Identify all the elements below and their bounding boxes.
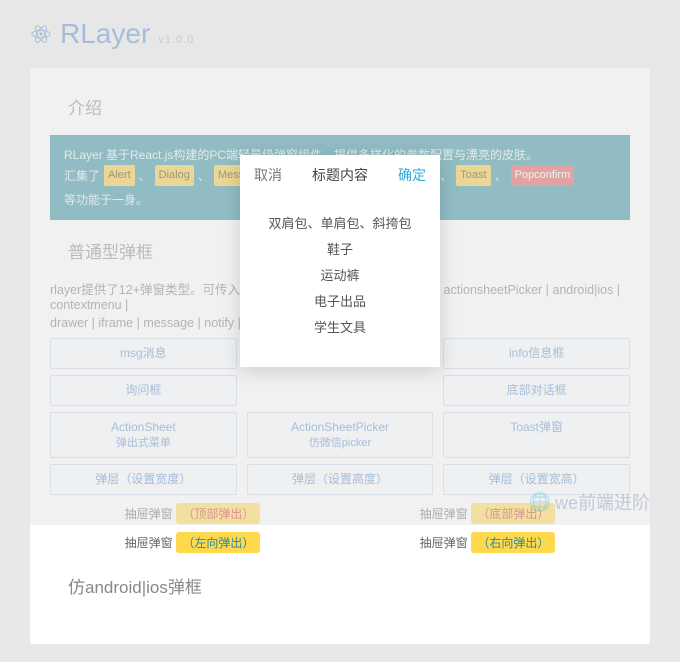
picker-item[interactable]: 学生文具 [250, 315, 430, 341]
globe-icon: 🌐 [529, 492, 551, 513]
modal-ok-button[interactable]: 确定 [398, 165, 426, 185]
section-mobile-title: 仿android|ios弹框 [68, 573, 630, 598]
modal-body: 双肩包、单肩包、斜挎包 鞋子 运动裤 电子出品 学生文具 [240, 195, 440, 367]
modal-cancel-button[interactable]: 取消 [254, 165, 282, 185]
picker-item[interactable]: 运动裤 [250, 263, 430, 289]
drawer-left[interactable]: 抽屉弹窗 （左向弹出） [50, 532, 335, 553]
watermark: 🌐 we前端进阶 [529, 489, 650, 515]
picker-item[interactable]: 电子出品 [250, 289, 430, 315]
modal-header: 取消 标题内容 确定 [240, 155, 440, 195]
picker-item[interactable]: 双肩包、单肩包、斜挎包 [250, 211, 430, 237]
modal-title: 标题内容 [312, 165, 368, 185]
drawer-right[interactable]: 抽屉弹窗 （右向弹出） [345, 532, 630, 553]
picker-item[interactable]: 鞋子 [250, 237, 430, 263]
picker-modal: 取消 标题内容 确定 双肩包、单肩包、斜挎包 鞋子 运动裤 电子出品 学生文具 [240, 155, 440, 367]
